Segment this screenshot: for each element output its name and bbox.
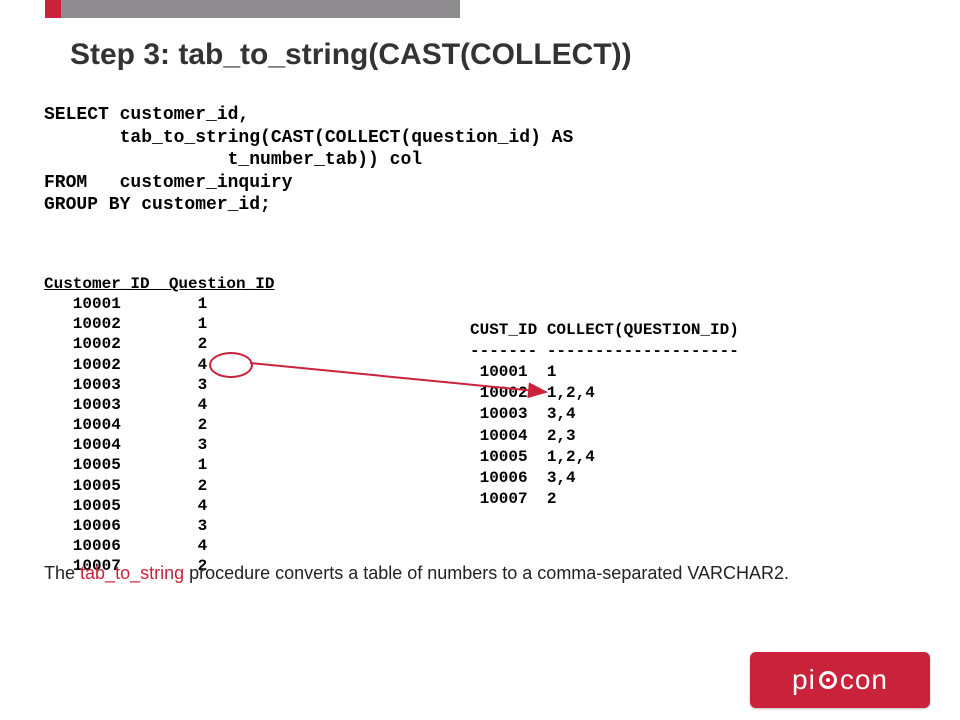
table-row: 10004 3: [44, 436, 207, 454]
caption-text: The tab_to_string procedure converts a t…: [44, 562, 844, 585]
table-row: 10006 3: [44, 517, 207, 535]
piocon-logo: pi con: [750, 652, 930, 708]
logo-part-1: pi: [792, 664, 816, 696]
sql-line-3: t_number_tab)) col: [44, 150, 422, 170]
output-table-divider: ------- --------------------: [470, 342, 739, 360]
table-row: 10002 2: [44, 335, 207, 353]
output-table: CUST_ID COLLECT(QUESTION_ID) ------- ---…: [470, 320, 739, 510]
sql-line-4: FROM customer_inquiry: [44, 173, 292, 193]
sql-line-1: SELECT customer_id,: [44, 105, 249, 125]
slide-top-bar: [45, 0, 460, 18]
table-row: 10005 4: [44, 497, 207, 515]
caption-rest: procedure converts a table of numbers to…: [184, 563, 789, 583]
table-row: 10006 3,4: [470, 469, 576, 487]
highlight-oval: [209, 352, 253, 378]
logo-part-2: con: [840, 664, 888, 696]
table-row: 10002 4: [44, 356, 207, 374]
input-table-header: Customer_ID Question_ID: [44, 275, 274, 293]
table-row: 10001 1: [44, 295, 207, 313]
input-table: Customer_ID Question_ID 10001 1 10002 1 …: [44, 274, 274, 576]
slide-top-bar-accent: [45, 0, 61, 18]
sql-line-5: GROUP BY customer_id;: [44, 195, 271, 215]
table-row: 10007 2: [470, 490, 556, 508]
table-row: 10003 3: [44, 376, 207, 394]
table-row: 10005 1,2,4: [470, 448, 595, 466]
table-row: 10003 3,4: [470, 405, 576, 423]
target-icon: [819, 671, 837, 689]
caption-highlight: tab_to_string: [80, 563, 184, 583]
table-row: 10006 4: [44, 537, 207, 555]
output-table-header: CUST_ID COLLECT(QUESTION_ID): [470, 321, 739, 339]
table-row: 10002 1: [44, 315, 207, 333]
table-row: 10004 2,3: [470, 427, 576, 445]
table-row: 10005 2: [44, 477, 207, 495]
logo-text: pi con: [792, 664, 888, 696]
slide-title: Step 3: tab_to_string(CAST(COLLECT)): [70, 38, 632, 72]
sql-line-2: tab_to_string(CAST(COLLECT(question_id) …: [44, 128, 573, 148]
table-row: 10001 1: [470, 363, 556, 381]
caption-prefix: The: [44, 563, 80, 583]
table-row: 10002 1,2,4: [470, 384, 595, 402]
sql-code-block: SELECT customer_id, tab_to_string(CAST(C…: [44, 104, 573, 217]
table-row: 10003 4: [44, 396, 207, 414]
table-row: 10005 1: [44, 456, 207, 474]
table-row: 10004 2: [44, 416, 207, 434]
